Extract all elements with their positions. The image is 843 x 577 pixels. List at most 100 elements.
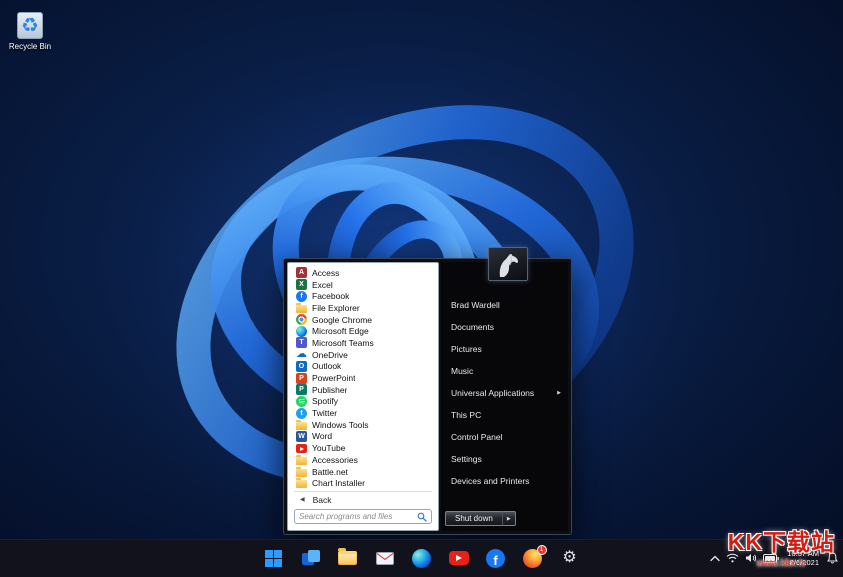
place-label: Music (451, 366, 474, 376)
windows-logo-icon (265, 549, 282, 567)
start-menu: A Access X Excel f Facebook File Explorer Googl… (283, 247, 572, 535)
program-item-battle-net[interactable]: Battle.net (288, 466, 438, 478)
start-menu-item-settings[interactable]: Settings (441, 448, 568, 470)
word-icon: W (296, 430, 307, 442)
program-item-windows-tools[interactable]: Windows Tools (288, 419, 438, 431)
search-box[interactable] (294, 509, 432, 524)
program-item-word[interactable]: W Word (288, 430, 438, 443)
search-area (288, 506, 438, 530)
edge-icon (412, 548, 431, 568)
youtube-button[interactable] (447, 546, 471, 570)
file-explorer-button[interactable] (336, 546, 360, 570)
place-label: Documents (451, 322, 494, 332)
tray-expand-chevron-icon[interactable] (710, 555, 720, 562)
places-list: Documents Pictures Music Universal Applicat… (441, 316, 568, 492)
program-item-accessories[interactable]: Accessories (288, 454, 438, 466)
program-item-facebook[interactable]: f Facebook (288, 290, 438, 302)
youtube-icon (448, 551, 469, 565)
program-item-access[interactable]: A Access (288, 267, 438, 279)
start-menu-places-panel: Brad Wardell Documents Pictures Music Unive… (441, 262, 568, 531)
program-item-google-chrome[interactable]: Google Chrome (288, 314, 438, 326)
back-arrow-icon: ◀ (300, 497, 305, 503)
desktop: ♻ Recycle Bin A Access X Excel f Facebook File… (0, 0, 843, 577)
back-button[interactable]: ◀ Back (288, 493, 438, 506)
start-menu-item-music[interactable]: Music (441, 360, 568, 382)
facebook-button[interactable]: f (484, 546, 508, 570)
mail-button[interactable] (373, 546, 397, 570)
start-menu-item-documents[interactable]: Documents (441, 316, 568, 338)
programs-divider (294, 491, 432, 492)
program-list: A Access X Excel f Facebook File Explorer Googl… (288, 263, 438, 490)
program-item-label: OneDrive (312, 349, 348, 360)
shut-down-button[interactable]: Shut down (445, 511, 503, 526)
settings-button[interactable]: ⚙ (558, 546, 582, 570)
battery-icon[interactable] (763, 553, 780, 563)
program-item-label: Microsoft Edge (312, 326, 369, 337)
task-view-icon (301, 550, 320, 566)
task-view-button[interactable] (299, 546, 323, 570)
volume-icon[interactable] (745, 553, 757, 563)
program-item-microsoft-edge[interactable]: Microsoft Edge (288, 325, 438, 337)
program-item-publisher[interactable]: P Publisher (288, 384, 438, 396)
search-programs-input[interactable] (299, 512, 417, 521)
horse-avatar-image (499, 254, 518, 277)
user-avatar[interactable] (488, 247, 528, 281)
start-button[interactable] (262, 546, 286, 570)
onedrive-icon: ☁ (296, 348, 307, 361)
program-item-onedrive[interactable]: ☁ OneDrive (288, 349, 438, 361)
program-item-label: Access (312, 267, 340, 278)
program-item-label: Accessories (312, 454, 358, 465)
program-item-label: Facebook (312, 291, 350, 302)
edge-button[interactable] (410, 546, 434, 570)
program-item-label: File Explorer (312, 302, 360, 313)
program-item-spotify[interactable]: Spotify (288, 395, 438, 408)
program-item-chart-installer[interactable]: Chart Installer (288, 477, 438, 489)
access-icon: A (296, 267, 307, 279)
excel-icon: X (296, 279, 307, 291)
windows-tools-icon (296, 419, 307, 430)
spotify-icon (296, 395, 307, 407)
program-item-label: Google Chrome (312, 314, 373, 325)
youtube-icon (296, 444, 307, 454)
program-item-file-explorer[interactable]: File Explorer (288, 302, 438, 314)
facebook-icon: f (296, 290, 307, 302)
wifi-icon[interactable] (726, 553, 739, 563)
program-item-twitter[interactable]: t Twitter (288, 407, 438, 419)
program-item-label: PowerPoint (312, 373, 356, 384)
notification-bell-icon[interactable] (827, 552, 838, 564)
start-menu-item-this-pc[interactable]: This PC (441, 404, 568, 426)
place-label: Universal Applications (451, 388, 535, 398)
tray-date: 8/6/2021 (789, 558, 819, 567)
program-item-label: Word (312, 431, 333, 442)
start-menu-item-universal-applications[interactable]: Universal Applications ▶ (441, 382, 568, 404)
program-item-label: Excel (312, 279, 333, 290)
firefox-button[interactable]: 1 (521, 545, 547, 570)
start-menu-item-devices-and-printers[interactable]: Devices and Printers (441, 470, 568, 492)
program-item-excel[interactable]: X Excel (288, 279, 438, 291)
start-menu-item-control-panel[interactable]: Control Panel (441, 426, 568, 448)
program-item-outlook[interactable]: O Outlook (288, 360, 438, 373)
publisher-icon: P (296, 384, 307, 396)
back-label: Back (312, 494, 332, 505)
program-item-powerpoint[interactable]: P PowerPoint (288, 372, 438, 384)
taskbar: f 1 ⚙ 10:57 AM 8/6/2021 (0, 539, 843, 577)
program-item-label: YouTube (312, 443, 346, 454)
recycle-bin[interactable]: ♻ Recycle Bin (4, 12, 56, 51)
user-name[interactable]: Brad Wardell (441, 294, 568, 316)
program-item-label: Twitter (312, 408, 338, 419)
program-item-microsoft-teams[interactable]: T Microsoft Teams (288, 337, 438, 349)
place-label: Devices and Printers (451, 476, 530, 486)
shut-down-options-arrow[interactable]: ▶ (502, 511, 516, 526)
system-tray: 10:57 AM 8/6/2021 (710, 539, 838, 577)
program-item-youtube[interactable]: YouTube (288, 442, 438, 454)
file-explorer-icon (296, 302, 307, 313)
facebook-icon: f (486, 548, 505, 568)
taskbar-center: f 1 ⚙ (262, 539, 582, 577)
clock[interactable]: 10:57 AM 8/6/2021 (787, 549, 819, 568)
outlook-icon: O (296, 360, 307, 372)
program-item-label: Chart Installer (312, 478, 365, 489)
tray-time: 10:57 AM (787, 548, 819, 558)
accessories-icon (296, 454, 307, 465)
submenu-arrow-icon: ▶ (557, 390, 561, 396)
start-menu-item-pictures[interactable]: Pictures (441, 338, 568, 360)
